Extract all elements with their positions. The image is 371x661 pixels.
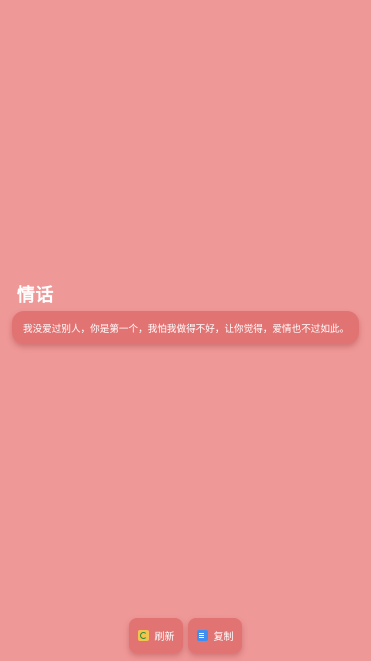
refresh-icon	[137, 630, 149, 641]
quote-text: 我没爱过别人，你是第一个，我怕我做得不好，让你觉得，爱情也不过如此。	[23, 323, 350, 335]
refresh-button-label: 刷新	[154, 632, 175, 643]
quote-card: 我没爱过别人，你是第一个，我怕我做得不好，让你觉得，爱情也不过如此。	[12, 311, 359, 344]
copy-icon	[196, 630, 208, 641]
love-quote-screen: 情话 我没爱过别人，你是第一个，我怕我做得不好，让你觉得，爱情也不过如此。 刷新…	[0, 0, 371, 661]
refresh-button[interactable]: 刷新	[129, 618, 183, 653]
copy-button-label: 复制	[213, 632, 234, 643]
section-title: 情话	[17, 285, 54, 306]
copy-button[interactable]: 复制	[188, 618, 242, 653]
